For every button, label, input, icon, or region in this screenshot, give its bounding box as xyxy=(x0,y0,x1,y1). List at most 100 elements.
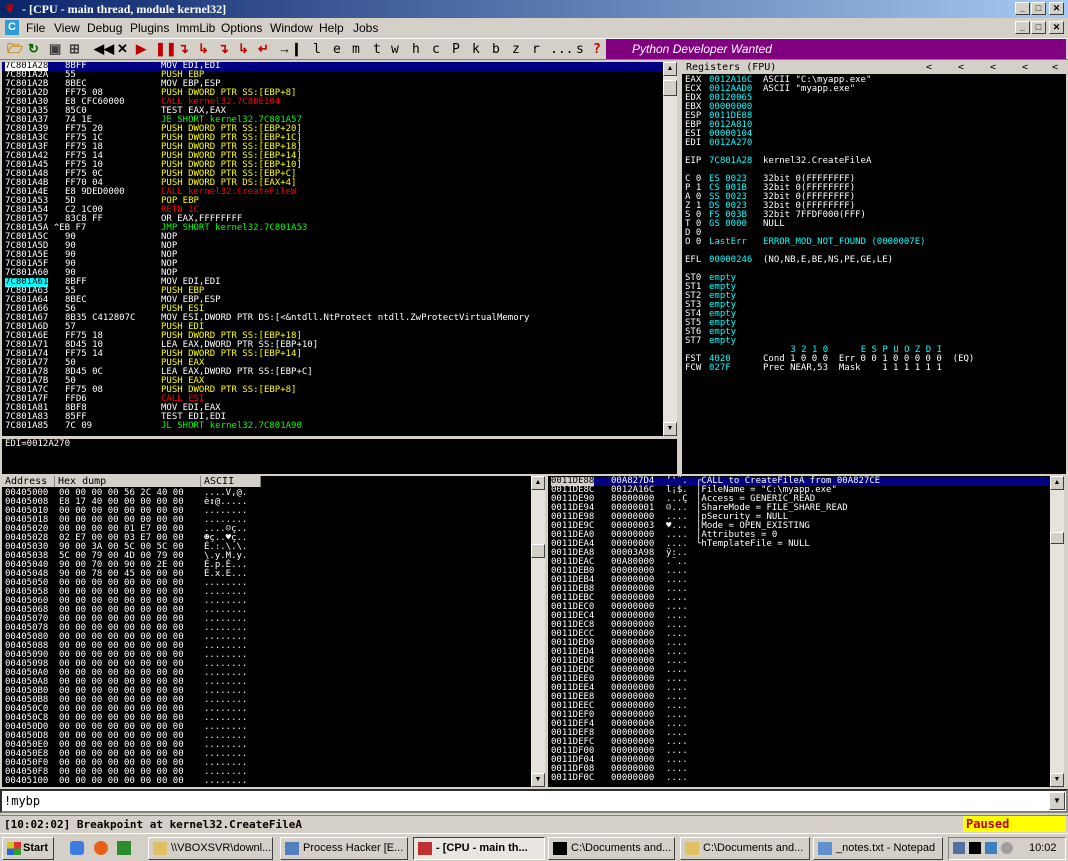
menu-debug[interactable]: Debug xyxy=(87,21,122,35)
banner[interactable]: Python Developer Wanted xyxy=(606,39,1066,59)
disasm-row[interactable]: 7C801A7F FFD6 CALL ESI xyxy=(2,395,663,404)
handles-button[interactable]: h xyxy=(412,42,420,57)
disasm-row[interactable]: 7C801A74 FF75 14 PUSH DWORD PTR SS:[EBP+14… xyxy=(2,350,663,359)
register-row[interactable]: ST5 empty xyxy=(685,319,1066,328)
scroll-up-arrow[interactable]: ▲ xyxy=(531,476,545,490)
menu-plugins[interactable]: Plugins xyxy=(130,21,169,35)
taskbar-button-cmd[interactable]: C:\Documents and... xyxy=(548,837,675,860)
run-icon[interactable]: ▶ xyxy=(136,41,146,57)
step-into-icon[interactable]: ↴ xyxy=(178,41,189,57)
disasm-row[interactable]: 7C801A30 E8 CFC60000 CALL kernel32.7C80E10… xyxy=(2,98,663,107)
menu-immlib[interactable]: ImmLib xyxy=(176,21,215,35)
disasm-row[interactable]: 7C801A67 8B35 C412807C MOV ESI,DWORD PTR D… xyxy=(2,314,663,323)
minimize-button[interactable]: _ xyxy=(1015,2,1030,15)
close-button[interactable]: ✕ xyxy=(1049,2,1064,15)
disasm-row[interactable]: 7C801A4E E8 9DED0000 CALL kernel32.CreateF… xyxy=(2,188,663,197)
disasm-row[interactable]: 7C801A78 8D45 0C LEA EAX,DWORD PTR SS:[EBP… xyxy=(2,368,663,377)
restart-icon[interactable]: ↻ xyxy=(28,41,39,57)
taskbar-button-immunity[interactable]: - [CPU - main th... xyxy=(413,837,545,860)
terminate-icon[interactable]: ✕ xyxy=(117,41,128,57)
firefox-icon[interactable] xyxy=(94,841,108,855)
threads-button[interactable]: t xyxy=(373,42,381,57)
console-icon[interactable] xyxy=(969,842,981,854)
register-row[interactable]: O 0 LastErr ERROR_MOD_NOT_FOUND (0000007E) xyxy=(685,238,1066,247)
prev-arrow-icon[interactable]: < xyxy=(926,62,932,74)
scroll-down-arrow[interactable]: ▼ xyxy=(531,773,545,787)
disasm-row[interactable]: 7C801A57 83C8 FF OR EAX,FFFFFFFF xyxy=(2,215,663,224)
disasm-row[interactable]: 7C801A28 8BFF MOV EDI,EDI xyxy=(2,62,663,71)
disassembly-scrollbar[interactable]: ▲ ▼ xyxy=(663,62,677,436)
menu-options[interactable]: Options xyxy=(221,21,262,35)
cpu-button[interactable]: c xyxy=(432,42,440,57)
taskbar-button-folder[interactable]: \\VBOXSVR\downl... xyxy=(148,837,273,860)
cpu-window-icon[interactable]: C xyxy=(5,20,19,35)
disasm-row[interactable]: 7C801A64 8BEC MOV EBP,ESP xyxy=(2,296,663,305)
register-row[interactable]: ST6 empty xyxy=(685,328,1066,337)
start-button[interactable]: Start xyxy=(2,837,54,860)
tray-app-icon[interactable] xyxy=(985,842,997,854)
close-file-icon[interactable]: ▣ xyxy=(49,41,61,57)
disasm-row[interactable]: 7C801A35 85C0 TEST EAX,EAX xyxy=(2,107,663,116)
register-row[interactable] xyxy=(685,265,1066,274)
dump-row[interactable]: 00405100 00 00 00 00 00 00 00 00........ xyxy=(5,777,525,786)
source-button[interactable]: ... xyxy=(550,42,573,57)
menu-file[interactable]: File xyxy=(26,21,45,35)
rewind-icon[interactable]: ◀◀ xyxy=(94,41,114,57)
disasm-row[interactable]: 7C801A2A 55 PUSH EBP xyxy=(2,71,663,80)
log-window-button[interactable]: l xyxy=(313,42,321,57)
scroll-thumb[interactable] xyxy=(1050,532,1064,544)
source-files-button[interactable]: s xyxy=(576,42,584,57)
pycommand-icon[interactable]: ⊞ xyxy=(69,41,80,57)
prev-arrow-icon[interactable]: < xyxy=(1052,62,1058,74)
scroll-up-arrow[interactable]: ▲ xyxy=(663,62,677,76)
register-row[interactable]: ST0 empty xyxy=(685,274,1066,283)
executable-modules-button[interactable]: e xyxy=(333,42,341,57)
trace-into-icon[interactable]: ↴ xyxy=(218,41,229,57)
title-bar[interactable]: ❦ - [CPU - main thread, module kernel32]… xyxy=(0,0,1068,18)
register-row[interactable]: EIP 7C801A28 kernel32.CreateFileA xyxy=(685,157,1066,166)
disassembly-pane[interactable]: 7C801A28 8BFF MOV EDI,EDI 7C801A2A 55 PUSH EB… xyxy=(2,62,663,436)
taskbar-button-explorer[interactable]: C:\Documents and... xyxy=(680,837,810,860)
command-input[interactable] xyxy=(4,793,1044,809)
disasm-row[interactable]: 7C801A83 85FF TEST EDI,EDI xyxy=(2,413,663,422)
register-row[interactable]: ST2 empty xyxy=(685,292,1066,301)
register-row[interactable]: EDI 0012A270 xyxy=(685,139,1066,148)
windows-button[interactable]: w xyxy=(391,42,399,57)
network-icon[interactable] xyxy=(953,842,965,854)
scroll-thumb[interactable] xyxy=(663,80,677,96)
stack-pane[interactable]: 0011DE88 00A827D4 ’'¨. ┌CALL to CreateFileA… xyxy=(548,476,1050,787)
menu-help[interactable]: Help xyxy=(319,21,344,35)
open-icon[interactable]: 🗁 xyxy=(7,41,23,57)
register-row[interactable]: ST3 empty xyxy=(685,301,1066,310)
call-stack-button[interactable]: k xyxy=(472,42,480,57)
references-button[interactable]: z xyxy=(512,42,520,57)
prev-arrow-icon[interactable]: < xyxy=(990,62,996,74)
dump-header-address[interactable]: Address xyxy=(2,476,55,487)
register-row[interactable]: ST1 empty xyxy=(685,283,1066,292)
disasm-row[interactable]: 7C801A7C FF75 08 PUSH DWORD PTR SS:[EBP+8] xyxy=(2,386,663,395)
scroll-up-arrow[interactable]: ▲ xyxy=(1050,476,1064,490)
disasm-row[interactable]: 7C801A81 8BF8 MOV EDI,EAX xyxy=(2,404,663,413)
taskbar-button-notepad[interactable]: _notes.txt - Notepad xyxy=(813,837,943,860)
prev-arrow-icon[interactable]: < xyxy=(1022,62,1028,74)
scroll-down-arrow[interactable]: ▼ xyxy=(1050,773,1064,787)
stack-row[interactable]: 0011DF0C 00000000.... xyxy=(551,774,1050,783)
step-over-icon[interactable]: ↳ xyxy=(198,41,209,57)
dump-header-hex[interactable]: Hex dump xyxy=(55,476,201,487)
breakpoints-button[interactable]: b xyxy=(492,42,500,57)
ie-icon[interactable] xyxy=(70,841,84,855)
trace-over-icon[interactable]: ↳ xyxy=(238,41,249,57)
run-trace-button[interactable]: r xyxy=(532,42,540,57)
show-desktop-icon[interactable] xyxy=(117,841,131,855)
disasm-row[interactable]: 7C801A5E 90 NOP xyxy=(2,251,663,260)
menu-jobs[interactable]: Jobs xyxy=(353,21,378,35)
pause-icon[interactable]: ❚❚ xyxy=(155,41,177,57)
disasm-row[interactable]: 7C801A5A ^EB F7 JMP SHORT kernel32.7C801A… xyxy=(2,224,663,233)
register-row[interactable]: T 0 GS 0000 NULL xyxy=(685,220,1066,229)
execute-till-return-icon[interactable]: ↵ xyxy=(258,41,269,57)
stack-scrollbar[interactable]: ▲ ▼ xyxy=(1050,476,1064,787)
memory-map-button[interactable]: m xyxy=(352,42,360,57)
menu-view[interactable]: View xyxy=(54,21,80,35)
disasm-row[interactable]: 7C801A60 90 NOP xyxy=(2,269,663,278)
dump-header-ascii[interactable]: ASCII xyxy=(201,476,261,487)
